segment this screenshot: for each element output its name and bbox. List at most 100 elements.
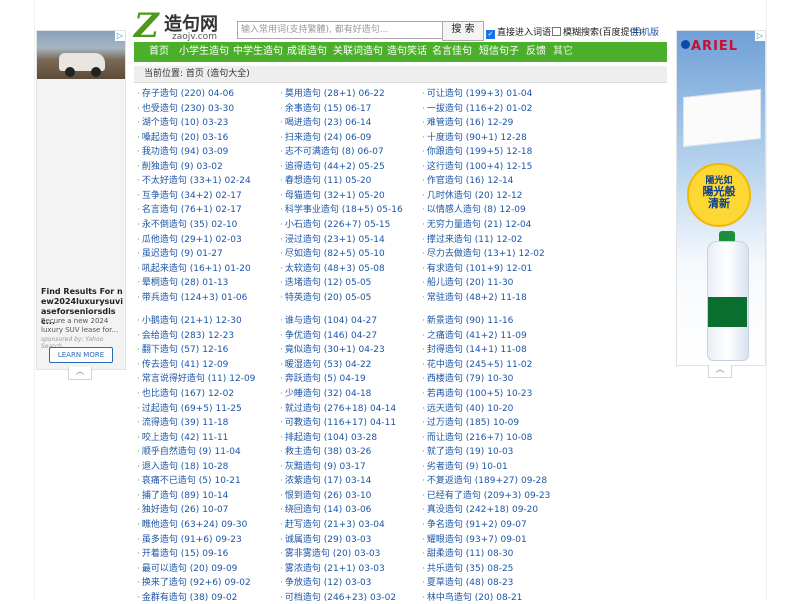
learn-more-button[interactable]: LEARN MORE xyxy=(49,347,113,363)
word-link[interactable]: 存子造句 xyxy=(142,89,178,99)
word-link[interactable]: 谁与造句 xyxy=(285,316,321,326)
word-link[interactable]: 作官造句 xyxy=(427,176,463,186)
word-link[interactable]: 救主造句 xyxy=(285,447,321,457)
word-link[interactable]: 也受造句 xyxy=(142,104,178,114)
word-link[interactable]: 瞧他造句 xyxy=(142,520,178,530)
word-link[interactable]: 扫来造句 xyxy=(285,133,321,143)
word-link[interactable]: 湖个造句 xyxy=(142,118,178,128)
nav-item-middle-school[interactable]: 中学生造句 xyxy=(233,42,283,62)
fuzzy-search-option[interactable]: 模糊搜索(百度提供) xyxy=(552,25,642,38)
word-link[interactable]: 一拔造句 xyxy=(427,104,463,114)
word-link[interactable]: 虽多造句 xyxy=(142,535,178,545)
word-link[interactable]: 不复返造句 xyxy=(427,476,472,486)
word-link[interactable]: 咬上造句 xyxy=(142,433,178,443)
word-link[interactable]: 退入造句 xyxy=(142,462,178,472)
word-link[interactable]: 换来了造句 xyxy=(142,578,187,588)
word-link[interactable]: 可教造句 xyxy=(285,418,321,428)
nav-item-conjunctions[interactable]: 关联词造句 xyxy=(333,42,383,62)
word-link[interactable]: 尽如造句 xyxy=(285,249,321,259)
word-link[interactable]: 哀痛不已造句 xyxy=(142,476,196,486)
word-link[interactable]: 带兵造句 xyxy=(142,293,178,303)
nav-item-sms[interactable]: 短信句子 xyxy=(479,42,519,62)
word-link[interactable]: 我功造句 xyxy=(142,147,178,157)
nav-item-idioms[interactable]: 成语造句 xyxy=(287,42,327,62)
word-link[interactable]: 封得造句 xyxy=(427,345,463,355)
word-link[interactable]: 浸过造句 xyxy=(285,235,321,245)
checkbox-icon[interactable] xyxy=(552,27,561,36)
word-link[interactable]: 小鹅造句 xyxy=(142,316,178,326)
word-link[interactable]: 顺乎自然造句 xyxy=(142,447,196,457)
word-link[interactable]: 志不可满造句 xyxy=(285,147,339,157)
word-link[interactable]: 以情感人造句 xyxy=(427,205,481,215)
word-link[interactable]: 难管造句 xyxy=(427,118,463,128)
word-link[interactable]: 传去造句 xyxy=(142,360,178,370)
word-link[interactable]: 会给造句 xyxy=(142,331,178,341)
direct-entry-option[interactable]: ✓ 直接进入词语页 xyxy=(486,25,560,39)
word-link[interactable]: 互争造句 xyxy=(142,191,178,201)
word-link[interactable]: 新景造句 xyxy=(427,316,463,326)
word-link[interactable]: 诚属造句 xyxy=(285,535,321,545)
word-link[interactable]: 最可以造句 xyxy=(142,564,187,574)
word-link[interactable]: 恨到造句 xyxy=(285,491,321,501)
word-link[interactable]: 少睡造句 xyxy=(285,389,321,399)
collapse-left-ad-icon[interactable]: ︿ xyxy=(68,367,92,380)
word-link[interactable]: 虽迟造句 xyxy=(142,249,178,259)
word-link[interactable]: 暖湿造句 xyxy=(285,360,321,370)
word-link[interactable]: 尽力去做造句 xyxy=(427,249,481,259)
site-logo[interactable]: Z 造句网 zaojv.com xyxy=(134,6,234,46)
word-link[interactable]: 嗓起造句 xyxy=(142,133,178,143)
word-link[interactable]: 排起造句 xyxy=(285,433,321,443)
word-link[interactable]: 争放造句 xyxy=(285,578,321,588)
word-link[interactable]: 赶写造句 xyxy=(285,520,321,530)
word-link[interactable]: 可让造句 xyxy=(427,89,463,99)
word-link[interactable]: 小石造句 xyxy=(285,220,321,230)
word-link[interactable]: 若再造句 xyxy=(427,389,463,399)
word-link[interactable]: 船儿造句 xyxy=(427,278,463,288)
word-link[interactable]: 晕桐造句 xyxy=(142,278,178,288)
word-link[interactable]: 这行造句 xyxy=(427,162,463,172)
word-link[interactable]: 之痛造句 xyxy=(427,331,463,341)
word-link[interactable]: 你跟造句 xyxy=(427,147,463,157)
word-link[interactable]: 西楼造句 xyxy=(427,374,463,384)
word-link[interactable]: 春想造句 xyxy=(285,176,321,186)
nav-item-quotes[interactable]: 名言佳句 xyxy=(432,42,472,62)
word-link[interactable]: 有求造句 xyxy=(427,264,463,274)
word-link[interactable]: 可档造句 xyxy=(285,593,321,603)
ad-choices-icon[interactable]: ▷ xyxy=(755,31,765,41)
word-link[interactable]: 吼起来造句 xyxy=(142,264,187,274)
word-link[interactable]: 远天造句 xyxy=(427,404,463,414)
word-link[interactable]: 就过造句 xyxy=(285,404,321,414)
left-ad[interactable]: ▷ Find Results For new2024luxurysuviasef… xyxy=(36,30,126,370)
word-link[interactable]: 争优造句 xyxy=(285,331,321,341)
word-link[interactable]: 无穷力量造句 xyxy=(427,220,481,230)
word-link[interactable]: 永不倒造句 xyxy=(142,220,187,230)
word-link[interactable]: 开着造句 xyxy=(142,549,178,559)
word-link[interactable]: 太软造句 xyxy=(285,264,321,274)
word-link[interactable]: 瓜他造句 xyxy=(142,235,178,245)
word-link[interactable]: 夏草造句 xyxy=(427,578,463,588)
word-link[interactable]: 争名造句 xyxy=(427,520,463,530)
nav-item-home[interactable]: 首页 xyxy=(149,42,169,62)
word-link[interactable]: 捕了造句 xyxy=(142,491,178,501)
word-link[interactable]: 绕回造句 xyxy=(285,505,321,515)
nav-item-primary-school[interactable]: 小学生造句 xyxy=(179,42,229,62)
word-link[interactable]: 过起造句 xyxy=(142,404,178,414)
word-link[interactable]: 过万造句 xyxy=(427,418,463,428)
word-link[interactable]: 灰黯造句 xyxy=(285,462,321,472)
word-link[interactable]: 喝进造句 xyxy=(285,118,321,128)
word-link[interactable]: 雾非雾造句 xyxy=(285,549,330,559)
mobile-version-link[interactable]: 手机版 xyxy=(632,25,659,38)
word-link[interactable]: 已经有了造句 xyxy=(427,491,481,501)
word-link[interactable]: 几时休造句 xyxy=(427,191,472,201)
nav-item-jokes[interactable]: 造句笑话 xyxy=(387,42,427,62)
ad-choices-icon[interactable]: ▷ xyxy=(115,31,125,41)
word-link[interactable]: 不太好造句 xyxy=(142,176,187,186)
word-link[interactable]: 就了造句 xyxy=(427,447,463,457)
word-link[interactable]: 削独造句 xyxy=(142,162,178,172)
word-link[interactable]: 常驻造句 xyxy=(427,293,463,303)
nav-item-other[interactable]: 其它 xyxy=(553,42,573,62)
checkbox-checked-icon[interactable]: ✓ xyxy=(486,30,495,39)
word-link[interactable]: 莫用造句 xyxy=(285,89,321,99)
word-link[interactable]: 花中造句 xyxy=(427,360,463,370)
word-link[interactable]: 科学事业造句 xyxy=(285,205,339,215)
